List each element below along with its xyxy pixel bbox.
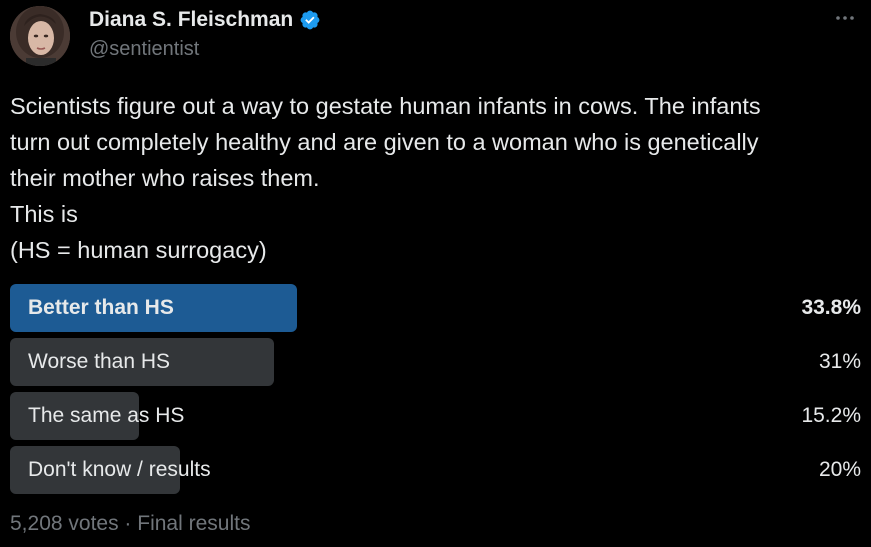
author-name-row: Diana S. Fleischman: [89, 7, 321, 33]
tweet-text: Scientists figure out a way to gestate h…: [10, 88, 865, 268]
avatar[interactable]: [10, 6, 70, 66]
poll-option[interactable]: The same as HS 15.2%: [10, 392, 861, 440]
author-display-name[interactable]: Diana S. Fleischman: [89, 8, 293, 32]
more-horizontal-icon[interactable]: [833, 6, 857, 30]
tweet-text-line: (HS = human surrogacy): [10, 237, 267, 263]
poll: Better than HS 33.8% Worse than HS 31% T…: [10, 284, 861, 500]
poll-option-label: Worse than HS: [28, 350, 171, 373]
tweet-text-line: turn out completely healthy and are give…: [10, 129, 759, 155]
author-handle[interactable]: @sentientist: [89, 38, 199, 61]
tweet-text-line: This is: [10, 201, 78, 227]
avatar-image: [10, 6, 70, 66]
poll-option[interactable]: Worse than HS 31%: [10, 338, 861, 386]
poll-footer: 5,208 votes · Final results: [10, 512, 251, 535]
poll-option[interactable]: Better than HS 33.8%: [10, 284, 861, 332]
tweet-text-line: Scientists figure out a way to gestate h…: [10, 93, 761, 119]
poll-option[interactable]: Don't know / results 20%: [10, 446, 861, 494]
poll-option-percent: 20%: [818, 458, 861, 481]
tweet-text-line: their mother who raises them.: [10, 165, 320, 191]
poll-option-percent: 31%: [818, 350, 861, 373]
verified-badge-icon[interactable]: [299, 9, 321, 31]
poll-option-label: The same as HS: [28, 404, 185, 427]
poll-option-percent: 15.2%: [801, 404, 861, 427]
poll-option-label: Don't know / results: [28, 458, 211, 481]
poll-option-label: Better than HS: [28, 296, 174, 319]
poll-option-percent: 33.8%: [801, 296, 861, 319]
